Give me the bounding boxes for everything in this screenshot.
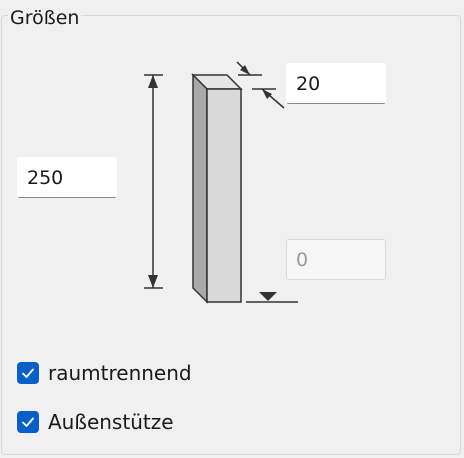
- thickness-input[interactable]: [286, 63, 386, 104]
- checkbox-checked-icon[interactable]: [17, 362, 39, 384]
- thickness-dimension-arrows: [236, 61, 285, 109]
- checkbox-aussenstuetze[interactable]: Außenstütze: [17, 410, 174, 434]
- column-dimension-diagram: [144, 61, 298, 304]
- base-offset-input[interactable]: [286, 239, 386, 280]
- checkbox-checked-icon[interactable]: [17, 411, 39, 433]
- checkbox-label: raumtrennend: [48, 361, 192, 385]
- height-input[interactable]: [17, 157, 117, 198]
- height-dimension-line: [144, 74, 163, 289]
- base-level-marker: [246, 292, 298, 303]
- checkbox-raumtrennend[interactable]: raumtrennend: [17, 361, 192, 385]
- column-shape: [191, 73, 243, 304]
- checkbox-label: Außenstütze: [48, 410, 174, 434]
